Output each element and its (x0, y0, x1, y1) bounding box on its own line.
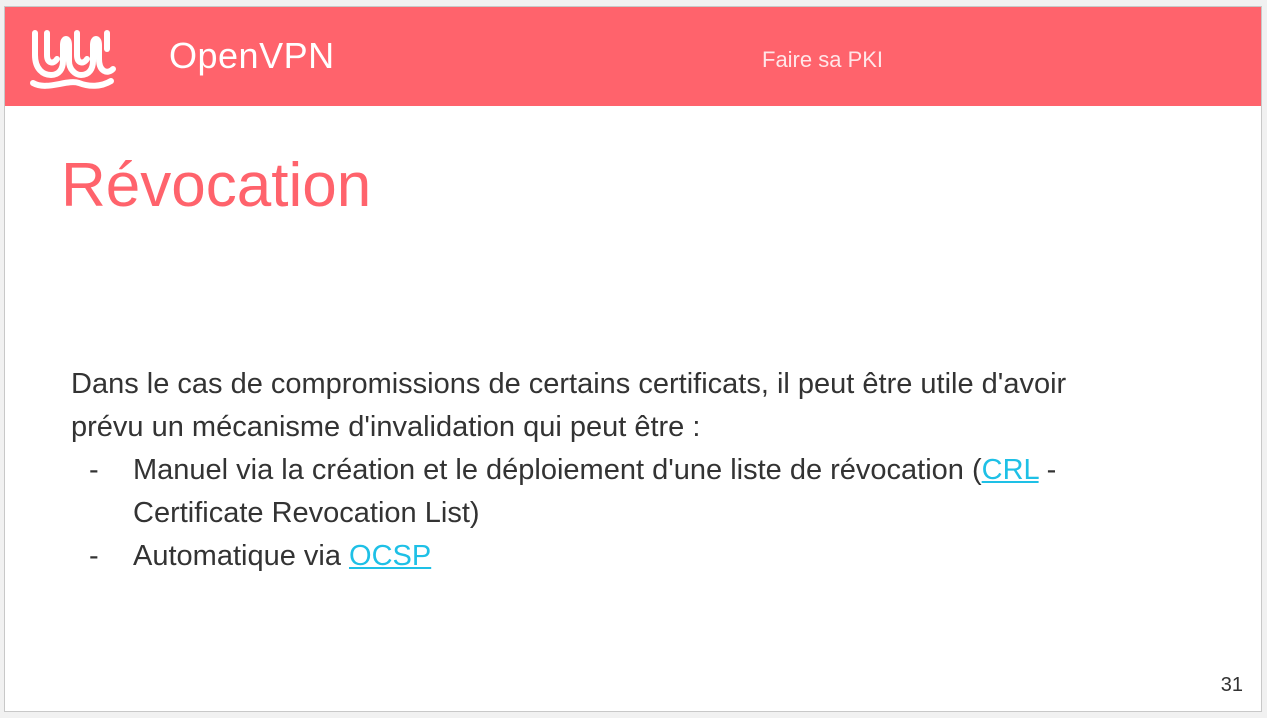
brand-name: OpenVPN (169, 35, 335, 76)
slide-body: Dans le cas de compromissions de certain… (71, 363, 1211, 578)
section-title: Faire sa PKI (762, 47, 884, 72)
openvpn-logo-icon (30, 30, 116, 89)
slide-title: Révocation (61, 151, 372, 220)
bullet-dash: - (89, 540, 99, 572)
list-item-text-after: - (1038, 454, 1057, 486)
bullet-dash: - (89, 454, 99, 486)
crl-link[interactable]: CRL (982, 454, 1039, 486)
slide: OpenVPN Faire sa PKI Révocation Dans le … (4, 6, 1262, 712)
ocsp-link[interactable]: OCSP (349, 540, 431, 572)
bullet-list: - Manuel via la création et le déploieme… (71, 449, 1211, 578)
slide-header: OpenVPN Faire sa PKI (5, 7, 1261, 106)
intro-line-1: Dans le cas de compromissions de certain… (71, 368, 1067, 400)
list-item-text: Manuel via la création et le déploiement… (133, 454, 982, 486)
list-item-text: Automatique via (133, 540, 350, 572)
list-item-continuation: Certificate Revocation List) (133, 497, 480, 529)
page-number: 31 (1220, 674, 1243, 696)
list-item: - Automatique via OCSP (71, 535, 1211, 578)
list-item: - Manuel via la création et le déploieme… (71, 449, 1211, 535)
intro-line-2: prévu un mécanisme d'invalidation qui pe… (71, 411, 701, 443)
